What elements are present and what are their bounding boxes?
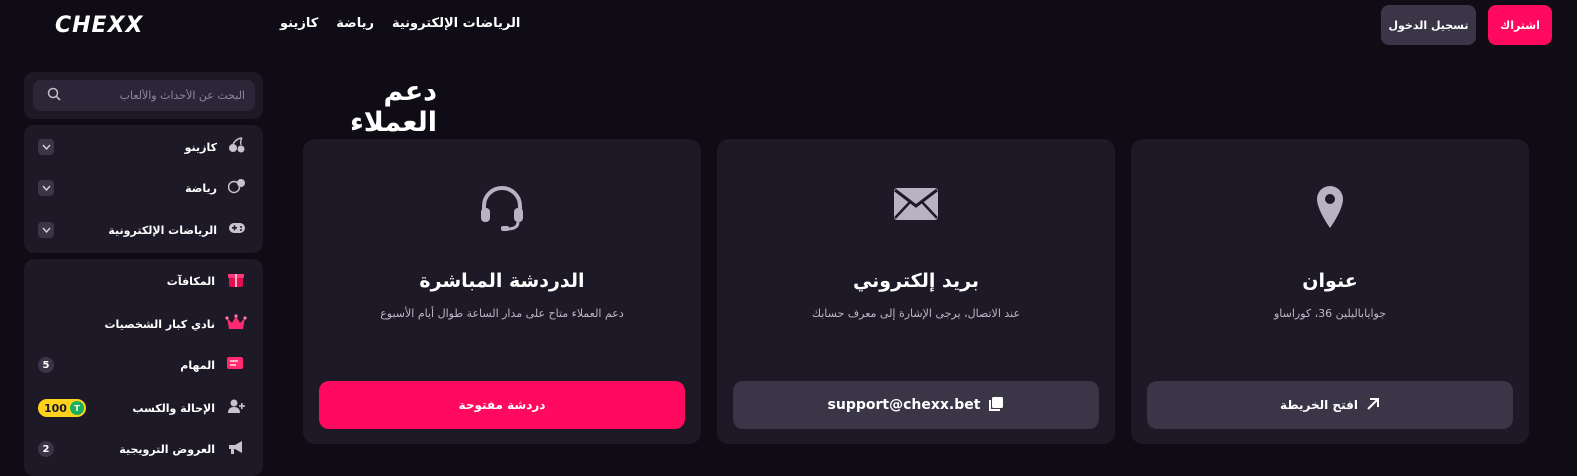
nav-esports[interactable]: الرياضات الإلكترونية bbox=[392, 16, 520, 31]
open-map-label: افتح الخريطة bbox=[1280, 398, 1358, 412]
sidebar-item-label: المهام bbox=[180, 358, 215, 372]
open-map-button[interactable]: افتح الخريطة bbox=[1147, 381, 1513, 429]
page-title: دعم العملاء bbox=[349, 76, 437, 138]
sidebar-item-casino[interactable]: كازينو bbox=[24, 127, 263, 167]
email-card: بريد إلكتروني عند الاتصال، يرجى الإشارة … bbox=[717, 139, 1115, 444]
sidebar-item-label: رياضة bbox=[185, 181, 217, 195]
sidebar-categories: كازينو رياضة الرياضات الإلكترونية bbox=[24, 125, 263, 253]
sidebar-item-esports[interactable]: الرياضات الإلكترونية bbox=[24, 210, 263, 250]
address-card: عنوان جواياباليلين 36، كوراساو افتح الخر… bbox=[1131, 139, 1529, 444]
chevron-down-icon[interactable] bbox=[38, 139, 54, 155]
sidebar-item-label: الإحالة والكسب bbox=[132, 401, 215, 415]
envelope-icon bbox=[717, 184, 1115, 235]
login-button[interactable]: تسجيل الدخول bbox=[1381, 5, 1476, 45]
promotions-count-badge: 2 bbox=[38, 441, 54, 457]
sidebar-item-label: نادي كبار الشخصيات bbox=[104, 317, 215, 331]
sidebar-item-promotions[interactable]: 2 العروض الترويجية bbox=[24, 429, 263, 469]
chevron-down-icon[interactable] bbox=[38, 222, 54, 238]
sidebar-item-tasks[interactable]: 5 المهام bbox=[24, 345, 263, 385]
map-pin-icon bbox=[1131, 184, 1529, 241]
coin-icon: T bbox=[69, 401, 84, 415]
copy-icon bbox=[988, 396, 1004, 415]
tasks-count-badge: 5 bbox=[38, 357, 54, 373]
megaphone-icon bbox=[225, 439, 247, 459]
top-header: CHEXX الرياضات الإلكترونية رياضة كازينو … bbox=[0, 0, 1577, 50]
signup-button[interactable]: اشتراك bbox=[1488, 5, 1552, 45]
tasks-icon bbox=[225, 355, 247, 375]
card-description: دعم العملاء متاح على مدار الساعة طوال أي… bbox=[380, 307, 624, 320]
sidebar-item-label: العروض الترويجية bbox=[119, 442, 215, 456]
top-nav: الرياضات الإلكترونية رياضة كازينو bbox=[280, 16, 520, 31]
sidebar-search-panel bbox=[24, 72, 263, 119]
search-icon bbox=[47, 87, 61, 105]
sports-icon bbox=[227, 178, 247, 198]
card-title: الدردشة المباشرة bbox=[419, 270, 585, 292]
sidebar-item-vip[interactable]: نادي كبار الشخصيات bbox=[24, 304, 263, 344]
logo-text: CHEXX bbox=[55, 12, 144, 38]
search-input[interactable] bbox=[61, 89, 245, 102]
headset-icon bbox=[303, 184, 701, 243]
sidebar-item-label: المكافآت bbox=[166, 274, 215, 288]
gamepad-icon bbox=[227, 221, 247, 239]
nav-casino[interactable]: كازينو bbox=[280, 16, 318, 31]
sidebar-menu: المكافآت نادي كبار الشخصيات 5 المهام 100… bbox=[24, 259, 263, 476]
nav-sports[interactable]: رياضة bbox=[336, 16, 374, 31]
sidebar-item-label: الرياضات الإلكترونية bbox=[108, 223, 217, 237]
live-chat-card: الدردشة المباشرة دعم العملاء متاح على مد… bbox=[303, 139, 701, 444]
sidebar-item-referral[interactable]: 100 T الإحالة والكسب bbox=[24, 388, 263, 428]
sidebar-item-label: كازينو bbox=[184, 140, 217, 154]
arrow-up-right-icon bbox=[1366, 397, 1380, 414]
search-box bbox=[33, 80, 255, 111]
card-description: عند الاتصال، يرجى الإشارة إلى معرف حسابك bbox=[811, 307, 1021, 320]
open-chat-button[interactable]: دردشة مفتوحة bbox=[319, 381, 685, 429]
sidebar-item-sports[interactable]: رياضة bbox=[24, 168, 263, 208]
card-description: جواياباليلين 36، كوراساو bbox=[1273, 307, 1387, 320]
copy-email-button[interactable]: support@chexx.bet bbox=[733, 381, 1099, 429]
sidebar-item-rewards[interactable]: المكافآت bbox=[24, 261, 263, 301]
cherries-icon bbox=[227, 137, 247, 157]
chevron-down-icon[interactable] bbox=[38, 180, 54, 196]
logo[interactable]: CHEXX bbox=[55, 12, 235, 38]
support-email: support@chexx.bet bbox=[827, 397, 981, 413]
gift-icon bbox=[225, 270, 247, 292]
card-title: عنوان bbox=[1302, 270, 1358, 292]
open-chat-label: دردشة مفتوحة bbox=[458, 398, 546, 412]
referral-reward-value: 100 bbox=[44, 401, 67, 415]
crown-icon bbox=[225, 314, 247, 334]
add-user-icon bbox=[225, 398, 247, 418]
referral-reward-badge: 100 T bbox=[38, 399, 86, 417]
card-title: بريد إلكتروني bbox=[852, 270, 980, 292]
